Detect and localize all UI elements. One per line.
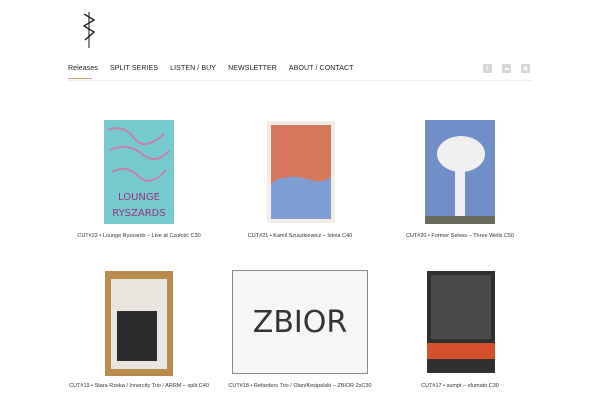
facebook-icon[interactable]: f xyxy=(483,64,492,73)
cover-zbior[interactable]: ZBIOR xyxy=(232,270,368,374)
rss-icon[interactable]: ◉ xyxy=(521,64,530,73)
release-caption: CUT#20 • Former Selves – Three Wells C50 xyxy=(405,233,515,239)
nav-newsletter[interactable]: NEWSLETTER xyxy=(228,63,283,79)
cover-istnia[interactable] xyxy=(267,121,335,223)
social-links: f ☁ ◉ xyxy=(483,64,530,73)
release-caption: CUT#22 • Lounge Ryszards – Live at Czuło… xyxy=(77,233,201,239)
nav-listen-buy[interactable]: LISTEN / BUY xyxy=(170,63,222,79)
label-logo[interactable] xyxy=(80,12,98,48)
cover-lounge-ryszards[interactable]: LOUNGE RYSZARDS xyxy=(104,120,174,224)
nav-divider xyxy=(68,80,532,81)
release-caption: CUT#17 • sumpt – sfumato C30 xyxy=(421,383,499,389)
svg-text:LOUNGE: LOUNGE xyxy=(118,192,160,203)
soundcloud-icon[interactable]: ☁ xyxy=(502,64,511,73)
nav-split-series[interactable]: SPLIT SERIES xyxy=(110,63,164,79)
nav-about-contact[interactable]: ABOUT / CONTACT xyxy=(289,63,360,79)
svg-text:RYSZARDS: RYSZARDS xyxy=(112,208,165,219)
svg-text:ZBIOR: ZBIOR xyxy=(253,305,347,340)
nav-releases[interactable]: Releases xyxy=(68,63,104,79)
cover-split[interactable] xyxy=(105,271,173,376)
cover-three-wells[interactable] xyxy=(425,120,495,224)
release-caption: CUT#18 • Refarders Trio / Olan/Kesipelsk… xyxy=(228,383,372,389)
main-nav: Releases SPLIT SERIES LISTEN / BUY NEWSL… xyxy=(68,63,366,79)
release-caption: CUT#19 • Stara Rzeka / Innercity Trio / … xyxy=(69,383,209,389)
release-caption: CUT#21 • Kamil Szuszkiewicz – Istnia C40 xyxy=(247,233,353,239)
cover-sfumato[interactable] xyxy=(427,271,495,373)
